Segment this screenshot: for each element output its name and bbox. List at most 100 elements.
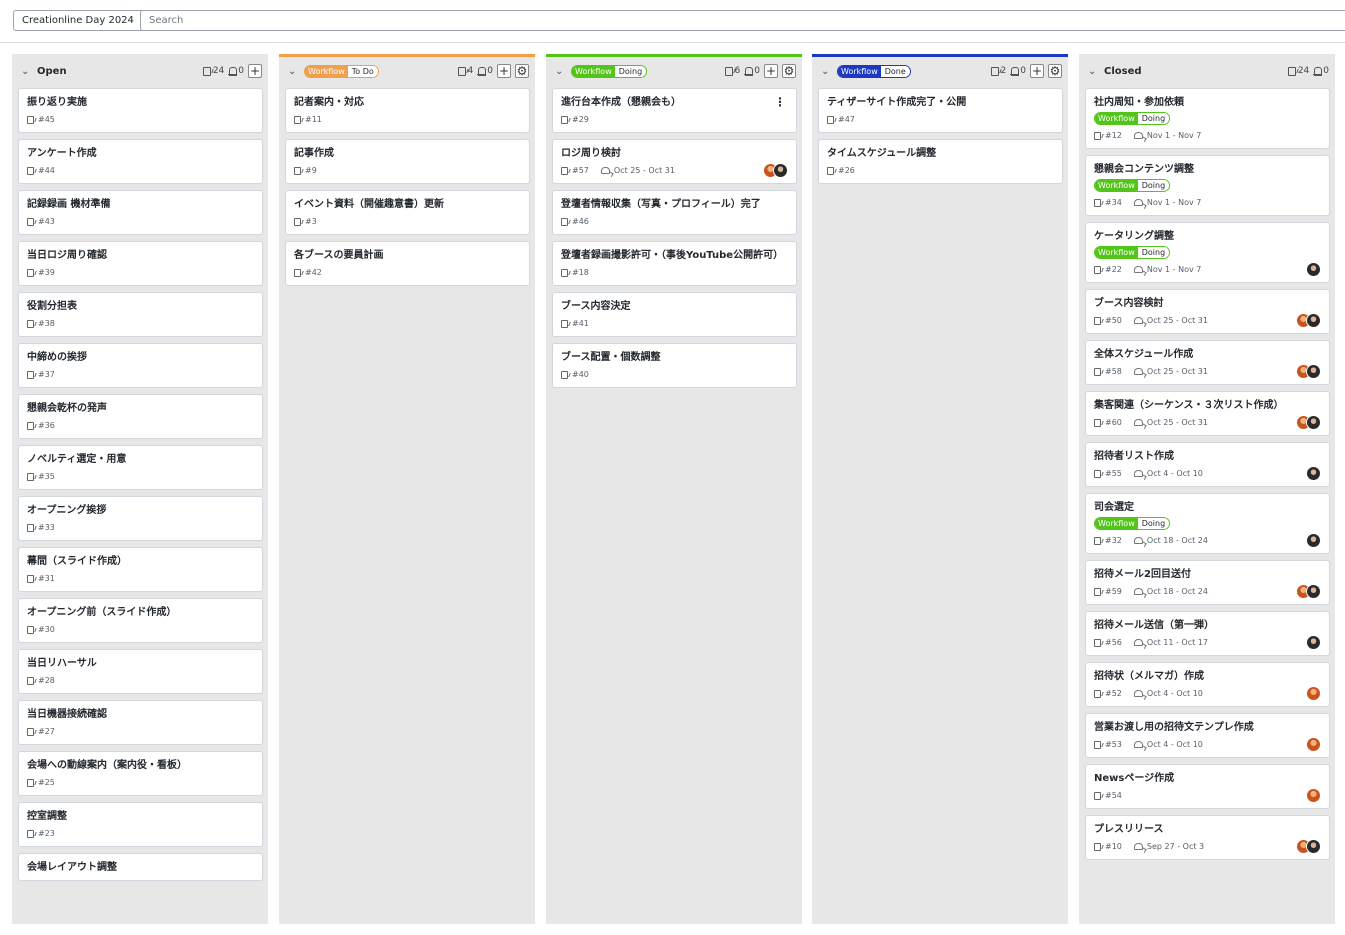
column-counters: 24 0 bbox=[1287, 66, 1329, 76]
issue-number: #40 bbox=[572, 370, 589, 379]
card-meta: #34 Nov 1 - Nov 7 bbox=[1094, 196, 1321, 209]
card-meta: #22 Nov 1 - Nov 7 bbox=[1094, 263, 1321, 276]
issue-card[interactable]: 登壇者録画撮影許可・（事後YouTube公開許可） #18 bbox=[552, 241, 797, 286]
issue-card[interactable]: Newsページ作成 #54 bbox=[1085, 764, 1330, 809]
card-meta: #38 bbox=[27, 317, 254, 330]
card-meta: #60 Oct 25 - Oct 31 bbox=[1094, 416, 1321, 429]
issue-card[interactable]: 進行台本作成（懇親会も） #29 ⋮ bbox=[552, 88, 797, 133]
issue-card[interactable]: 懇親会乾杯の発声 #36 bbox=[18, 394, 263, 439]
card-title: 幕間（スライド作成） bbox=[27, 556, 127, 567]
issue-icon bbox=[561, 115, 568, 124]
issue-card[interactable]: 招待メール2回目送付 #59 Oct 18 - Oct 24 bbox=[1085, 560, 1330, 605]
column-counters: 2 0 + ⚙ bbox=[990, 64, 1062, 78]
bell-icon bbox=[1313, 66, 1323, 76]
assignees bbox=[1296, 584, 1321, 599]
chevron-down-icon[interactable]: ⌄ bbox=[555, 66, 565, 77]
issue-card[interactable]: 各ブースの要員計画 #42 bbox=[285, 241, 530, 286]
card-list: 社内周知・参加依頼 Workflow Doing #12 Nov 1 - Nov 7 懇親… bbox=[1079, 85, 1335, 860]
issue-card[interactable]: ロジ周り検討 #57 Oct 25 - Oct 31 bbox=[552, 139, 797, 184]
avatar bbox=[1306, 635, 1321, 650]
issue-number: #30 bbox=[38, 625, 55, 634]
issue-icon bbox=[27, 268, 34, 277]
gear-icon[interactable]: ⚙ bbox=[1048, 64, 1062, 78]
card-title: 司会選定 bbox=[1094, 502, 1134, 513]
issue-card[interactable]: 集客関連（シーケンス・３次リスト作成） #60 Oct 25 - Oct 31 bbox=[1085, 391, 1330, 436]
issue-card[interactable]: 会場レイアウト調整 bbox=[18, 853, 263, 881]
issue-number: #36 bbox=[38, 421, 55, 430]
issue-card[interactable]: 懇親会コンテンツ調整 Workflow Doing #34 Nov 1 - Nov 7 bbox=[1085, 155, 1330, 216]
issue-card[interactable]: ブース内容決定 #41 bbox=[552, 292, 797, 337]
search-input[interactable]: Search bbox=[140, 10, 1345, 31]
card-meta: #56 Oct 11 - Oct 17 bbox=[1094, 636, 1321, 649]
issue-card[interactable]: 司会選定 Workflow Doing #32 Oct 18 - Oct 24 bbox=[1085, 493, 1330, 554]
card-count-value: 24 bbox=[212, 66, 225, 76]
issue-card[interactable]: 社内周知・参加依頼 Workflow Doing #12 Nov 1 - Nov 7 bbox=[1085, 88, 1330, 149]
gear-icon[interactable]: ⚙ bbox=[515, 64, 529, 78]
chevron-down-icon[interactable]: ⌄ bbox=[1088, 66, 1098, 77]
issue-card[interactable]: 幕間（スライド作成） #31 bbox=[18, 547, 263, 592]
gear-icon[interactable]: ⚙ bbox=[782, 64, 796, 78]
issue-icon bbox=[827, 115, 834, 124]
issue-number: #32 bbox=[1105, 536, 1122, 545]
add-card-button[interactable]: + bbox=[764, 64, 778, 78]
issue-card[interactable]: イベント資料（開催趣意書）更新 #3 bbox=[285, 190, 530, 235]
issue-card[interactable]: オープニング挨拶 #33 bbox=[18, 496, 263, 541]
date-range: Oct 25 - Oct 31 bbox=[613, 166, 675, 175]
card-meta: #12 Nov 1 - Nov 7 bbox=[1094, 129, 1321, 142]
issue-card[interactable]: 招待者リスト作成 #55 Oct 4 - Oct 10 bbox=[1085, 442, 1330, 487]
issue-card[interactable]: 招待状（メルマガ）作成 #52 Oct 4 - Oct 10 bbox=[1085, 662, 1330, 707]
card-workflow-tag: Workflow Doing bbox=[1094, 179, 1171, 192]
issue-card[interactable]: 当日機器接続確認 #27 bbox=[18, 700, 263, 745]
card-meta: #18 bbox=[561, 266, 788, 279]
kebab-menu-icon[interactable]: ⋮ bbox=[774, 96, 786, 108]
issue-icon bbox=[561, 268, 568, 277]
card-title: 懇親会コンテンツ調整 bbox=[1094, 164, 1194, 175]
issue-icon bbox=[27, 727, 34, 736]
issue-card[interactable]: 全体スケジュール作成 #58 Oct 25 - Oct 31 bbox=[1085, 340, 1330, 385]
date-range-icon bbox=[1133, 419, 1143, 426]
add-card-button[interactable]: + bbox=[1030, 64, 1044, 78]
card-meta: #23 bbox=[27, 827, 254, 840]
issue-card[interactable]: 会場への動線案内（案内役・看板） #25 bbox=[18, 751, 263, 796]
card-title: タイムスケジュール調整 bbox=[827, 148, 937, 159]
issue-card[interactable]: ケータリング調整 Workflow Doing #22 Nov 1 - Nov 7 bbox=[1085, 222, 1330, 283]
issue-card[interactable]: ブース内容検討 #50 Oct 25 - Oct 31 bbox=[1085, 289, 1330, 334]
assignees bbox=[1306, 533, 1321, 548]
issue-card[interactable]: タイムスケジュール調整 #26 bbox=[818, 139, 1063, 184]
issue-card[interactable]: オープニング前（スライド作成） #30 bbox=[18, 598, 263, 643]
chevron-down-icon[interactable]: ⌄ bbox=[821, 66, 831, 77]
issue-number: #59 bbox=[1105, 587, 1122, 596]
notification-count: 0 bbox=[477, 66, 493, 76]
issue-card[interactable]: ティザーサイト作成完了・公開 #47 bbox=[818, 88, 1063, 133]
card-title: 当日ロジ周り確認 bbox=[27, 250, 107, 261]
card-title: 当日機器接続確認 bbox=[27, 709, 107, 720]
issue-number: #41 bbox=[572, 319, 589, 328]
add-card-button[interactable]: + bbox=[248, 64, 262, 78]
issue-card[interactable]: 中締めの挨拶 #37 bbox=[18, 343, 263, 388]
issue-card[interactable]: 登壇者情報収集（写真・プロフィール）完了 #46 bbox=[552, 190, 797, 235]
issue-card[interactable]: 記者案内・対応 #11 bbox=[285, 88, 530, 133]
notification-count: 0 bbox=[1010, 66, 1026, 76]
issue-card[interactable]: ノベルティ選定・用意 #35 bbox=[18, 445, 263, 490]
date-range: Oct 18 - Oct 24 bbox=[1146, 536, 1208, 545]
chevron-down-icon[interactable]: ⌄ bbox=[288, 66, 298, 77]
issue-card[interactable]: 記事作成 #9 bbox=[285, 139, 530, 184]
project-select[interactable]: Creationline Day 2024 ⌄ bbox=[13, 10, 156, 31]
chevron-down-icon[interactable]: ⌄ bbox=[21, 66, 31, 77]
issue-card[interactable]: 当日ロジ周り確認 #39 bbox=[18, 241, 263, 286]
date-range-icon bbox=[1133, 639, 1143, 646]
issue-card[interactable]: 役割分担表 #38 bbox=[18, 292, 263, 337]
date-range-icon bbox=[600, 167, 610, 174]
issue-card[interactable]: 当日リハーサル #28 bbox=[18, 649, 263, 694]
issue-card[interactable]: ブース配置・個数調整 #40 bbox=[552, 343, 797, 388]
add-card-button[interactable]: + bbox=[497, 64, 511, 78]
issue-card[interactable]: プレスリリース #10 Sep 27 - Oct 3 bbox=[1085, 815, 1330, 860]
issue-card[interactable]: 招待メール送信（第一弾） #56 Oct 11 - Oct 17 bbox=[1085, 611, 1330, 656]
column-header: ⌄ Closed 24 0 bbox=[1079, 57, 1335, 85]
issue-card[interactable]: 振り返り実施 #45 bbox=[18, 88, 263, 133]
issue-icon bbox=[1094, 638, 1101, 647]
issue-card[interactable]: 控室調整 #23 bbox=[18, 802, 263, 847]
issue-card[interactable]: 記録録画 機材準備 #43 bbox=[18, 190, 263, 235]
issue-card[interactable]: 営業お渡し用の招待文テンプレ作成 #53 Oct 4 - Oct 10 bbox=[1085, 713, 1330, 758]
issue-card[interactable]: アンケート作成 #44 bbox=[18, 139, 263, 184]
